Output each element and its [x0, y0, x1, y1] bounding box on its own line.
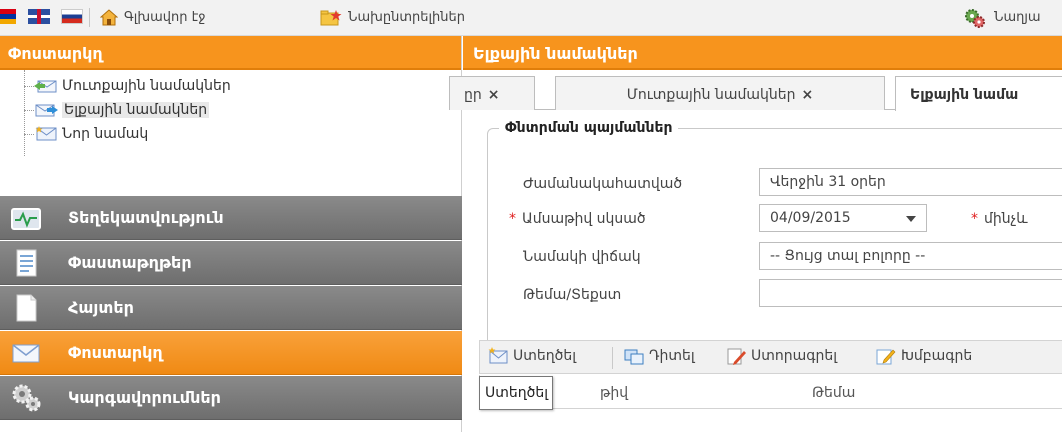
period-field[interactable]: Վերջին 31 օրեր: [759, 168, 1062, 196]
settings-link[interactable]: Նաղյա: [994, 10, 1041, 25]
tab-inbox[interactable]: Մուտքային նամակներ ×: [555, 76, 885, 110]
period-label: Ժամանակահատված: [523, 176, 683, 192]
top-bar: Գլխավոր էջ Նախընտրելիներ Նաղյա: [0, 0, 1062, 36]
status-select[interactable]: -- Ցույց տալ բոլորը --: [759, 242, 1062, 270]
uk-flag-icon[interactable]: [28, 9, 50, 24]
sign-button[interactable]: Ստորագրել: [726, 348, 837, 365]
column-header-date[interactable]: թիվ: [600, 385, 628, 401]
tooltip: Ստեղծել: [479, 376, 554, 410]
nav-label: Հայտեր: [68, 298, 134, 317]
mail-icon: [12, 344, 40, 363]
left-panel: Փոստարկղ Մուտքային նամակներ Ելքային նամա…: [0, 36, 462, 432]
new-mail-icon: [488, 347, 508, 364]
nav-documents[interactable]: Փաստաթղթեր: [0, 241, 462, 285]
tree-item-label: Նոր նամակ: [62, 126, 149, 142]
column-header-subject[interactable]: Թեմա: [812, 385, 855, 401]
nav-label: Կարգավորումներ: [68, 388, 221, 407]
close-icon[interactable]: ×: [802, 87, 814, 103]
inbox-icon: [34, 80, 57, 93]
monitor-icon: [11, 208, 41, 230]
status-label: Նամակի վիճակ: [523, 249, 641, 265]
armenian-flag-icon[interactable]: [0, 9, 16, 24]
create-button[interactable]: Ստեղծել: [488, 347, 576, 364]
mailbox-panel-header: Փոստարկղ: [0, 36, 461, 70]
nav-label: Փոստարկղ: [68, 343, 163, 362]
russian-flag-icon[interactable]: [61, 9, 83, 24]
edit-button[interactable]: Խմբագրե: [876, 348, 972, 365]
tree-item-inbox[interactable]: Մուտքային նամակներ: [0, 74, 461, 98]
subject-input[interactable]: [759, 279, 1062, 307]
tab-bar: ըր × Մուտքային նամակներ × Ելքային նամա: [449, 70, 1062, 111]
tree-item-outbox[interactable]: Ելքային նամակներ: [0, 98, 461, 122]
view-button[interactable]: Դիտել: [624, 348, 695, 365]
tree-item-new-mail[interactable]: Նոր նամակ: [0, 122, 461, 146]
search-conditions-legend: Փնտրման պայմաններ: [499, 120, 679, 136]
nav-label: Փաստաթղթեր: [68, 253, 192, 272]
nav-requests[interactable]: Հայտեր: [0, 286, 462, 330]
favorites-folder-icon[interactable]: [320, 9, 342, 27]
nav-settings[interactable]: Կարգավորումներ: [0, 376, 462, 420]
divider: [89, 8, 90, 27]
grid-toolbar: Ստեղծել Դիտել Ստորագրել Խմբագրե: [479, 340, 1062, 374]
outbox-icon: [35, 104, 58, 117]
date-to-label: * մինչև: [971, 211, 1028, 227]
grid-header-row: թիվ Թեմա: [479, 375, 1062, 409]
main-panel: Ելքային նամակներ ըր × Մուտքային նամակներ ×…: [449, 36, 1062, 432]
documents-icon: [16, 249, 37, 277]
settings-gears-icon[interactable]: [964, 8, 986, 28]
nav-mailbox[interactable]: Փոստարկղ: [0, 331, 462, 375]
view-icon: [624, 349, 644, 365]
tab-previous[interactable]: ըր ×: [449, 76, 535, 110]
close-icon[interactable]: ×: [488, 87, 500, 103]
nav-information[interactable]: Տեղեկատվություն: [0, 196, 462, 240]
tree-item-label: Մուտքային նամակներ: [62, 78, 231, 94]
request-icon: [16, 294, 37, 322]
chevron-down-icon[interactable]: [906, 216, 916, 222]
edit-icon: [876, 349, 896, 365]
gears-icon: [12, 384, 41, 412]
page-title: Ելքային նամակներ: [463, 36, 1062, 70]
tab-outbox[interactable]: Ելքային նամա: [895, 76, 1062, 111]
tree-item-label: Ելքային նամակներ: [62, 102, 210, 118]
new-mail-icon: [35, 126, 57, 141]
home-link[interactable]: Գլխավոր էջ: [124, 10, 206, 25]
date-from-label: * Ամսաթիվ սկսած: [509, 211, 646, 227]
preferences-link[interactable]: Նախընտրելիներ: [348, 10, 465, 25]
nav-label: Տեղեկատվություն: [68, 208, 224, 227]
home-icon[interactable]: [100, 9, 118, 26]
date-from-picker[interactable]: 04/09/2015: [759, 204, 927, 232]
subject-label: Թեմա/Տեքստ: [523, 287, 622, 303]
sign-icon: [727, 348, 746, 365]
